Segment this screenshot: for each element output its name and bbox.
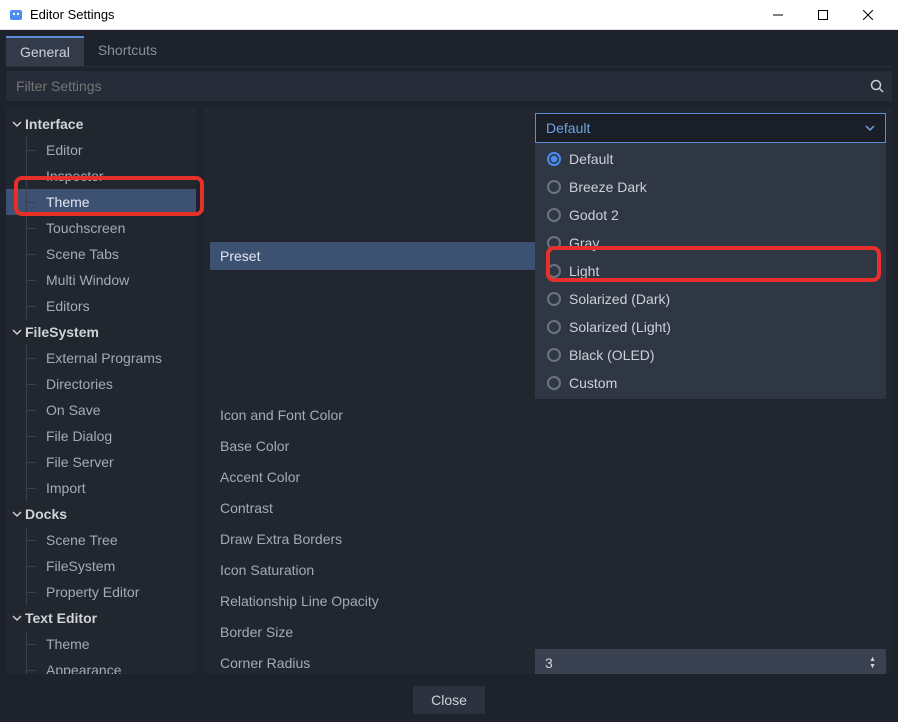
sidebar-item-theme[interactable]: Theme xyxy=(6,189,196,215)
prop-icon-font-color: Icon and Font Color xyxy=(210,401,535,429)
section-interface[interactable]: Interface xyxy=(6,111,196,137)
window-title: Editor Settings xyxy=(30,7,755,22)
section-interface-label: Interface xyxy=(25,116,83,132)
sidebar-item-external-programs[interactable]: External Programs xyxy=(6,345,196,371)
sidebar-item-on-save[interactable]: On Save xyxy=(6,397,196,423)
radio-icon xyxy=(547,348,561,362)
sidebar-item-scene-tabs[interactable]: Scene Tabs xyxy=(6,241,196,267)
chevron-down-icon xyxy=(12,613,22,623)
sidebar-item-property-editor[interactable]: Property Editor xyxy=(6,579,196,605)
radio-icon xyxy=(547,264,561,278)
prop-corner-radius: Corner Radius xyxy=(210,649,535,674)
sidebar-item-filesystem[interactable]: FileSystem xyxy=(6,553,196,579)
filter-input[interactable] xyxy=(6,72,862,100)
search-icon[interactable] xyxy=(862,79,892,93)
section-filesystem-label: FileSystem xyxy=(25,324,99,340)
minimize-button[interactable] xyxy=(755,1,800,29)
radio-icon xyxy=(547,320,561,334)
section-filesystem[interactable]: FileSystem xyxy=(6,319,196,345)
prop-icon-saturation: Icon Saturation xyxy=(210,556,535,584)
app-icon xyxy=(8,7,24,23)
sidebar-item-touchscreen[interactable]: Touchscreen xyxy=(6,215,196,241)
radio-icon xyxy=(547,180,561,194)
sidebar-item-scene-tree[interactable]: Scene Tree xyxy=(6,527,196,553)
section-docks-label: Docks xyxy=(25,506,67,522)
titlebar: Editor Settings xyxy=(0,0,898,30)
content-panel: Preset Default Default Breeze Dark Godot… xyxy=(204,107,892,674)
preset-option-light[interactable]: Light xyxy=(537,257,884,285)
close-button[interactable]: Close xyxy=(413,686,485,714)
sidebar: Interface Editor Inspector Theme Touchsc… xyxy=(6,107,196,674)
corner-radius-spinner[interactable]: 3 ▲▼ xyxy=(535,649,886,674)
radio-icon xyxy=(547,292,561,306)
prop-relationship-line-opacity: Relationship Line Opacity xyxy=(210,587,535,615)
prop-border-size: Border Size xyxy=(210,618,535,646)
maximize-button[interactable] xyxy=(800,1,845,29)
radio-icon xyxy=(547,208,561,222)
tab-general[interactable]: General xyxy=(6,36,84,66)
sidebar-item-file-dialog[interactable]: File Dialog xyxy=(6,423,196,449)
prop-base-color: Base Color xyxy=(210,432,535,460)
prop-draw-extra-borders: Draw Extra Borders xyxy=(210,525,535,553)
close-window-button[interactable] xyxy=(845,1,890,29)
sidebar-item-editor[interactable]: Editor xyxy=(6,137,196,163)
sidebar-item-appearance[interactable]: Appearance xyxy=(6,657,196,674)
prop-accent-color: Accent Color xyxy=(210,463,535,491)
preset-dropdown-value: Default xyxy=(546,120,590,136)
radio-icon xyxy=(547,152,561,166)
section-text-editor-label: Text Editor xyxy=(25,610,97,626)
preset-option-black-oled[interactable]: Black (OLED) xyxy=(537,341,884,369)
preset-option-default[interactable]: Default xyxy=(537,145,884,173)
tabs: General Shortcuts xyxy=(6,36,892,67)
sidebar-item-inspector[interactable]: Inspector xyxy=(6,163,196,189)
tab-shortcuts[interactable]: Shortcuts xyxy=(84,36,171,66)
preset-option-breeze-dark[interactable]: Breeze Dark xyxy=(537,173,884,201)
preset-option-solarized-dark[interactable]: Solarized (Dark) xyxy=(537,285,884,313)
preset-dropdown-list: Default Breeze Dark Godot 2 Gray Light S… xyxy=(535,143,886,399)
chevron-down-icon xyxy=(12,327,22,337)
chevron-down-icon xyxy=(12,119,22,129)
radio-icon xyxy=(547,236,561,250)
radio-icon xyxy=(547,376,561,390)
spinner-arrows-icon: ▲▼ xyxy=(869,656,876,670)
prop-preset-label: Preset xyxy=(210,242,535,270)
prop-contrast: Contrast xyxy=(210,494,535,522)
preset-option-custom[interactable]: Custom xyxy=(537,369,884,397)
sidebar-item-directories[interactable]: Directories xyxy=(6,371,196,397)
sidebar-item-file-server[interactable]: File Server xyxy=(6,449,196,475)
chevron-down-icon xyxy=(865,123,875,133)
preset-dropdown[interactable]: Default xyxy=(535,113,886,143)
sidebar-item-editors[interactable]: Editors xyxy=(6,293,196,319)
preset-option-gray[interactable]: Gray xyxy=(537,229,884,257)
corner-radius-value: 3 xyxy=(545,655,553,671)
preset-option-solarized-light[interactable]: Solarized (Light) xyxy=(537,313,884,341)
sidebar-item-te-theme[interactable]: Theme xyxy=(6,631,196,657)
sidebar-item-multi-window[interactable]: Multi Window xyxy=(6,267,196,293)
section-text-editor[interactable]: Text Editor xyxy=(6,605,196,631)
section-docks[interactable]: Docks xyxy=(6,501,196,527)
chevron-down-icon xyxy=(12,509,22,519)
sidebar-item-import[interactable]: Import xyxy=(6,475,196,501)
filter-bar xyxy=(6,71,892,101)
preset-option-godot2[interactable]: Godot 2 xyxy=(537,201,884,229)
